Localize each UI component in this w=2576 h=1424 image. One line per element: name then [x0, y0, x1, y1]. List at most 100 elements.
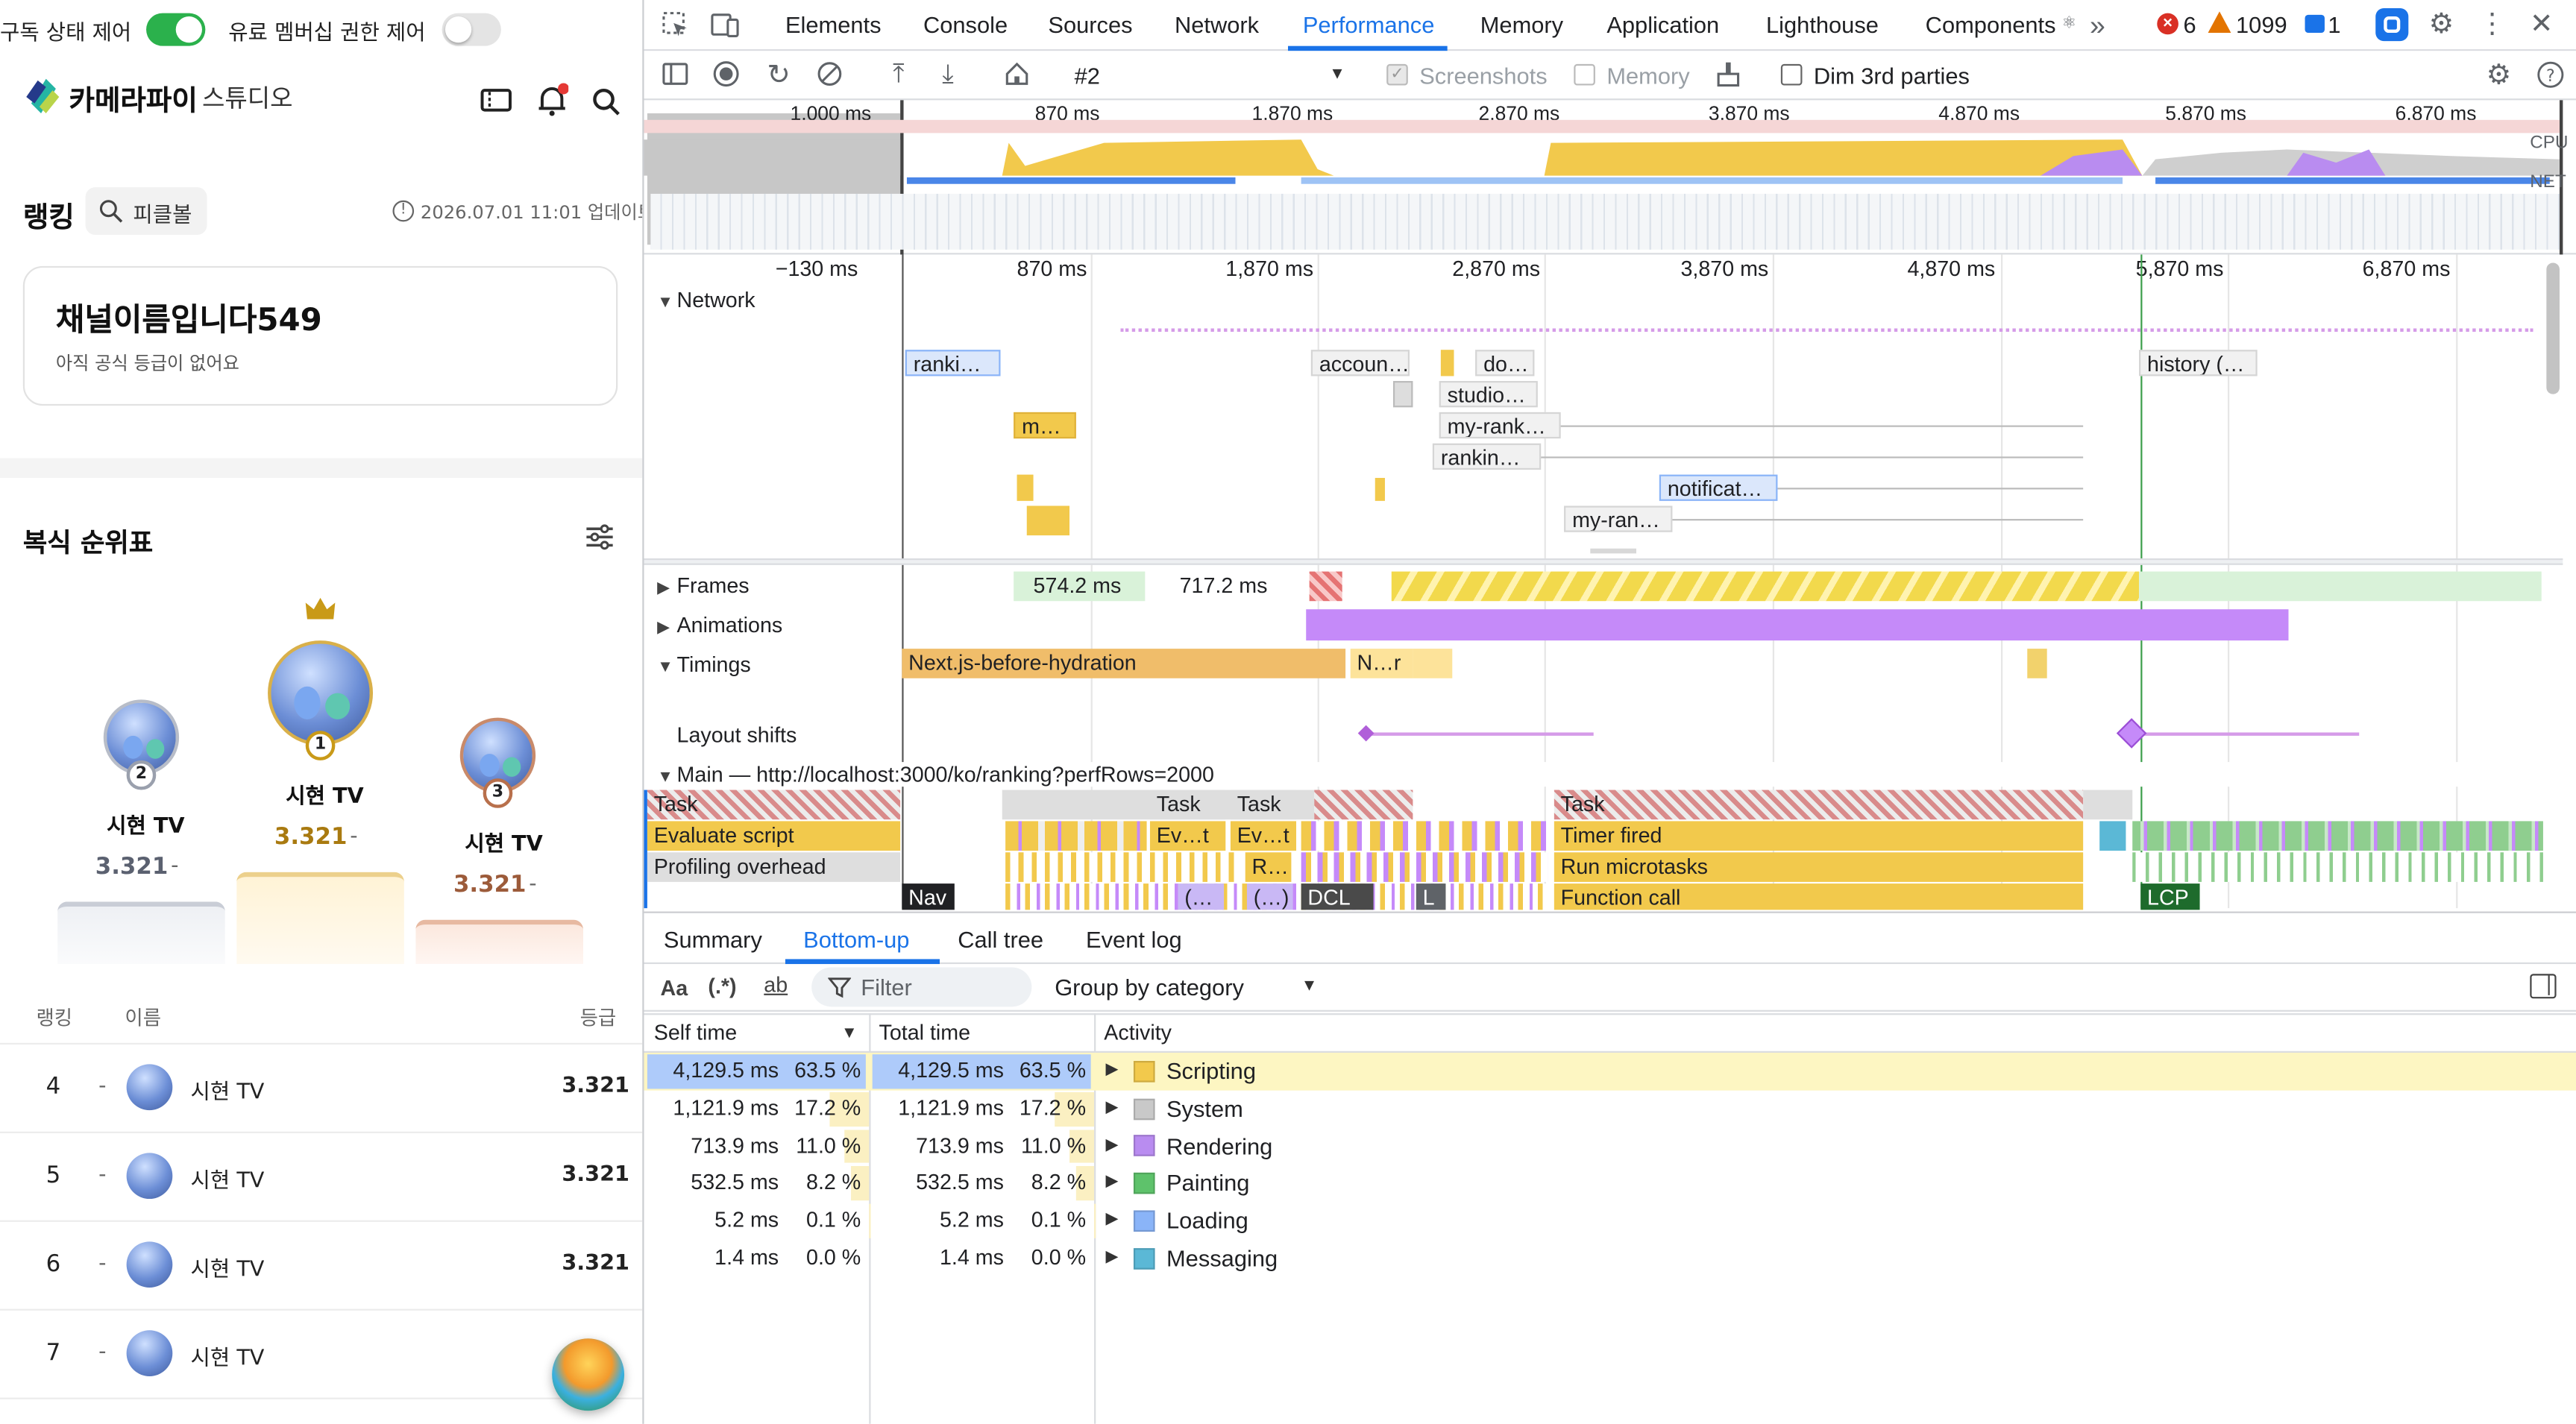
broom-icon[interactable]	[1714, 61, 1744, 91]
tab-memory[interactable]: Memory	[1480, 0, 1563, 49]
animation-bar[interactable]	[1306, 609, 2289, 641]
lcp-marker[interactable]: LCP	[2140, 883, 2200, 910]
tab-elements[interactable]: Elements	[785, 0, 882, 49]
download-icon[interactable]: ⤓	[933, 61, 963, 91]
frames-ok[interactable]	[2139, 571, 2542, 602]
chevron-right-icon[interactable]: ▶	[1105, 1090, 1118, 1127]
nav-marker[interactable]: Nav	[902, 883, 955, 910]
inspect-icon[interactable]	[661, 10, 691, 40]
event-bar[interactable]: Ev…t	[1230, 821, 1297, 851]
tab-application[interactable]: Application	[1606, 0, 1719, 49]
table-row[interactable]: 4 - 시현 TV 3.321	[0, 1042, 643, 1132]
tab-sources[interactable]: Sources	[1048, 0, 1132, 49]
layout-shift-cluster[interactable]	[2123, 732, 2360, 736]
help-icon[interactable]: ?	[2535, 61, 2565, 91]
search-icon[interactable]	[591, 87, 621, 117]
task-bar[interactable]: Task	[1230, 790, 1297, 820]
home-icon[interactable]	[1002, 61, 1032, 91]
settings-gear-icon[interactable]: ⚙	[2427, 9, 2457, 40]
chevron-down-icon[interactable]: ▼	[1329, 66, 1345, 84]
sport-chip[interactable]: 피클볼	[85, 187, 207, 236]
channel-card[interactable]: 채널이름입니다549 아직 공식 등급이 없어요	[22, 265, 618, 406]
table-row[interactable]: 6 - 시현 TV 3.321	[0, 1220, 643, 1309]
evaluate-script-bar[interactable]: Evaluate script	[647, 821, 901, 851]
clear-icon[interactable]	[815, 61, 845, 91]
warning-count[interactable]: 1099	[2236, 11, 2287, 37]
frames-partial[interactable]	[1391, 571, 2140, 602]
upload-icon[interactable]: ⤒	[884, 61, 914, 91]
membership-toggle[interactable]	[442, 13, 501, 46]
bell-icon[interactable]	[535, 82, 570, 118]
table-row[interactable]: 5 - 시현 TV 3.321	[0, 1131, 643, 1220]
tab-call-tree[interactable]: Call tree	[958, 915, 1043, 964]
network-request[interactable]: ranki…	[905, 350, 1001, 377]
bottom-up-row[interactable]: 532.5 ms 8.2 % 532.5 ms 8.2 % ▶ Painting	[644, 1165, 2575, 1202]
chevron-right-icon[interactable]: ▶	[1105, 1165, 1118, 1202]
chevron-down-icon[interactable]: ▼	[1301, 977, 1318, 995]
subscription-toggle[interactable]	[146, 13, 206, 46]
regex-icon[interactable]: (.*)	[708, 974, 736, 998]
network-track-header[interactable]: ▼ Network	[644, 287, 2563, 312]
avatar[interactable]	[268, 640, 374, 746]
error-count[interactable]: 6	[2184, 11, 2196, 37]
bottom-up-row[interactable]: 5.2 ms 0.1 % 5.2 ms 0.1 % ▶ Loading	[644, 1202, 2575, 1239]
timing-mark[interactable]: N…r	[1350, 649, 1413, 678]
network-request[interactable]: my-ran…	[1564, 505, 1673, 532]
table-row[interactable]: 7 - 시현 TV	[0, 1308, 643, 1398]
warning-icon[interactable]	[2208, 11, 2231, 34]
frame-duration[interactable]: 574.2 ms	[1014, 571, 1146, 602]
task-bar[interactable]: Task	[1554, 790, 2084, 820]
kebab-menu-icon[interactable]: ⋮	[2478, 9, 2507, 40]
call-bar[interactable]: (…	[1178, 883, 1225, 910]
tab-network[interactable]: Network	[1175, 0, 1259, 49]
error-icon[interactable]: ×	[2157, 13, 2178, 35]
close-icon[interactable]: ✕	[2527, 9, 2557, 40]
match-case-icon[interactable]: Aa	[661, 975, 688, 1000]
call-bar[interactable]: R…	[1245, 852, 1292, 882]
task-bar[interactable]	[2083, 790, 2133, 820]
col-total-time[interactable]: Total time	[869, 1015, 1094, 1050]
task-bar[interactable]	[1314, 790, 1413, 820]
sort-desc-icon[interactable]: ▼	[841, 1025, 858, 1043]
network-request[interactable]: accoun…	[1310, 350, 1410, 377]
frame-duration[interactable]: 717.2 ms	[1169, 572, 1301, 602]
chevron-right-icon[interactable]: ▶	[1105, 1240, 1118, 1277]
bottom-up-row[interactable]: 4,129.5 ms 63.5 % 4,129.5 ms 63.5 % ▶ Scripti…	[644, 1052, 2576, 1091]
message-count[interactable]: 1	[2328, 11, 2340, 37]
recording-select[interactable]: #2	[1075, 63, 1100, 89]
device-toolbar-icon[interactable]	[710, 10, 740, 40]
more-tabs-button[interactable]: »	[2090, 0, 2105, 49]
call-bar[interactable]: (…)	[1246, 883, 1293, 910]
network-request[interactable]: rankin…	[1432, 443, 1542, 470]
tab-event-log[interactable]: Event log	[1086, 915, 1182, 964]
group-by-select[interactable]: Group by category	[1055, 974, 1244, 1000]
timer-fired-bar[interactable]: Timer fired	[1554, 821, 2084, 851]
task-bar[interactable]: Task	[1149, 790, 1226, 820]
whole-word-icon[interactable]: ab	[764, 972, 788, 997]
tab-performance[interactable]: Performance	[1303, 0, 1435, 49]
timing-mark[interactable]: Next.js-before-hydration	[902, 649, 1346, 678]
timeline-overview[interactable]: 1,000 ms 870 ms 1,870 ms 2,870 ms 3,870 …	[644, 100, 2576, 255]
network-request[interactable]: studio…	[1439, 381, 1538, 408]
network-request[interactable]: history (…	[2139, 350, 2258, 377]
dim-third-parties-checkbox[interactable]	[1780, 63, 1803, 86]
layout-shift-cluster[interactable]	[1366, 732, 1594, 736]
col-self-time[interactable]: Self time	[644, 1015, 869, 1050]
ai-assistance-icon[interactable]	[2375, 8, 2409, 42]
filter-sliders-icon[interactable]	[583, 522, 616, 552]
tab-components[interactable]: Components	[1926, 0, 2056, 49]
task-bar[interactable]: Task	[647, 790, 901, 820]
memory-checkbox[interactable]	[1574, 63, 1595, 86]
tab-lighthouse[interactable]: Lighthouse	[1766, 0, 1879, 49]
tab-summary[interactable]: Summary	[664, 915, 762, 964]
chevron-right-icon[interactable]: ▶	[1105, 1053, 1118, 1090]
timing-mark[interactable]	[2027, 649, 2047, 678]
record-icon[interactable]	[711, 61, 741, 91]
network-request[interactable]: notificat…	[1659, 474, 1778, 501]
bottom-up-row[interactable]: 1,121.9 ms 17.2 % 1,121.9 ms 17.2 % ▶ System	[644, 1090, 2575, 1127]
function-call-bar[interactable]: Function call	[1554, 883, 2084, 910]
flamechart-scrollbar[interactable]	[2546, 262, 2560, 394]
ticket-icon[interactable]	[480, 87, 512, 113]
network-request[interactable]: my-rank…	[1439, 412, 1561, 439]
dcl-marker[interactable]: DCL	[1301, 883, 1374, 910]
